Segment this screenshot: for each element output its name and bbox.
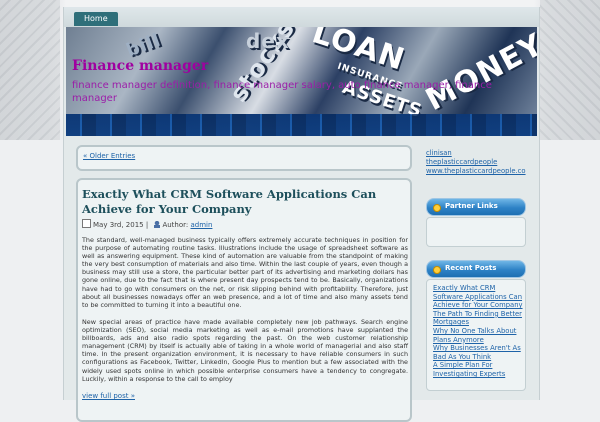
sidebar-link-plasticcard-url[interactable]: www.theplasticcardpeople.co <box>426 167 526 176</box>
recent-post-link[interactable]: The Path To Finding Better <box>433 310 523 319</box>
sidebar-link-plasticcard[interactable]: theplasticcardpeople <box>426 158 526 167</box>
user-icon <box>154 221 161 228</box>
meta-separator: | <box>145 221 149 229</box>
bullet-icon <box>433 204 441 212</box>
stock-ticker-strip <box>66 114 537 136</box>
recent-post-link[interactable]: Software Applications Can <box>433 293 523 302</box>
blogroll-links: clinisan theplasticcardpeople www.thepla… <box>426 149 526 176</box>
header-word-bill: bill <box>123 29 164 62</box>
site-description: finance manager definition, finance mana… <box>72 80 492 104</box>
post-date: May 3rd, 2015 <box>93 221 144 229</box>
author-label: Author: <box>162 221 189 229</box>
author-link[interactable]: admin <box>191 221 213 229</box>
recent-post-link[interactable]: Why Businesses Aren't As <box>433 344 523 353</box>
partner-links-header: Partner Links <box>426 198 526 216</box>
post-box: Exactly What CRM Software Applications C… <box>76 178 412 422</box>
older-entries-box: « Older Entries <box>76 145 412 171</box>
recent-posts-body: Exactly What CRM Software Applications C… <box>426 279 526 391</box>
recent-post-link[interactable]: Achieve for Your Company <box>433 301 523 310</box>
top-navbar: Home <box>64 7 539 27</box>
calendar-icon <box>82 219 91 228</box>
bullet-icon <box>433 266 441 274</box>
older-entries-link[interactable]: « Older Entries <box>83 152 135 160</box>
recent-posts-header: Recent Posts <box>426 260 526 278</box>
site-title[interactable]: Finance manager <box>72 58 208 74</box>
post-paragraph-2: New special areas of practice have made … <box>82 318 408 383</box>
nav-home-tab[interactable]: Home <box>74 12 118 26</box>
post-paragraph-1: The standard, well-managed business typi… <box>82 236 408 309</box>
post-title[interactable]: Exactly What CRM Software Applications C… <box>82 187 392 217</box>
header-banner: LOAN MONEY stocks INSURANCE ASSETS dex b… <box>66 27 537 136</box>
recent-post-link[interactable]: A Simple Plan For <box>433 361 523 370</box>
recent-post-link[interactable]: Mortgages <box>433 318 523 327</box>
partner-links-title: Partner Links <box>445 202 498 210</box>
sidebar-link-clinisan[interactable]: clinisan <box>426 149 526 158</box>
recent-post-link[interactable]: Investigating Experts <box>433 370 523 379</box>
header-word-dex: dex <box>246 29 290 53</box>
recent-post-link[interactable]: Exactly What CRM <box>433 284 523 293</box>
recent-posts-title: Recent Posts <box>445 264 497 272</box>
recent-posts-list: Exactly What CRM Software Applications C… <box>433 284 523 379</box>
post-meta: May 3rd, 2015 | Author: admin <box>82 219 212 229</box>
partner-links-body <box>426 217 526 247</box>
read-more-link[interactable]: view full post » <box>82 392 135 400</box>
recent-post-link[interactable]: Why No One Talks About <box>433 327 523 336</box>
recent-post-link[interactable]: Bad As You Think <box>433 353 523 362</box>
recent-post-link[interactable]: Plans Anymore <box>433 336 523 345</box>
